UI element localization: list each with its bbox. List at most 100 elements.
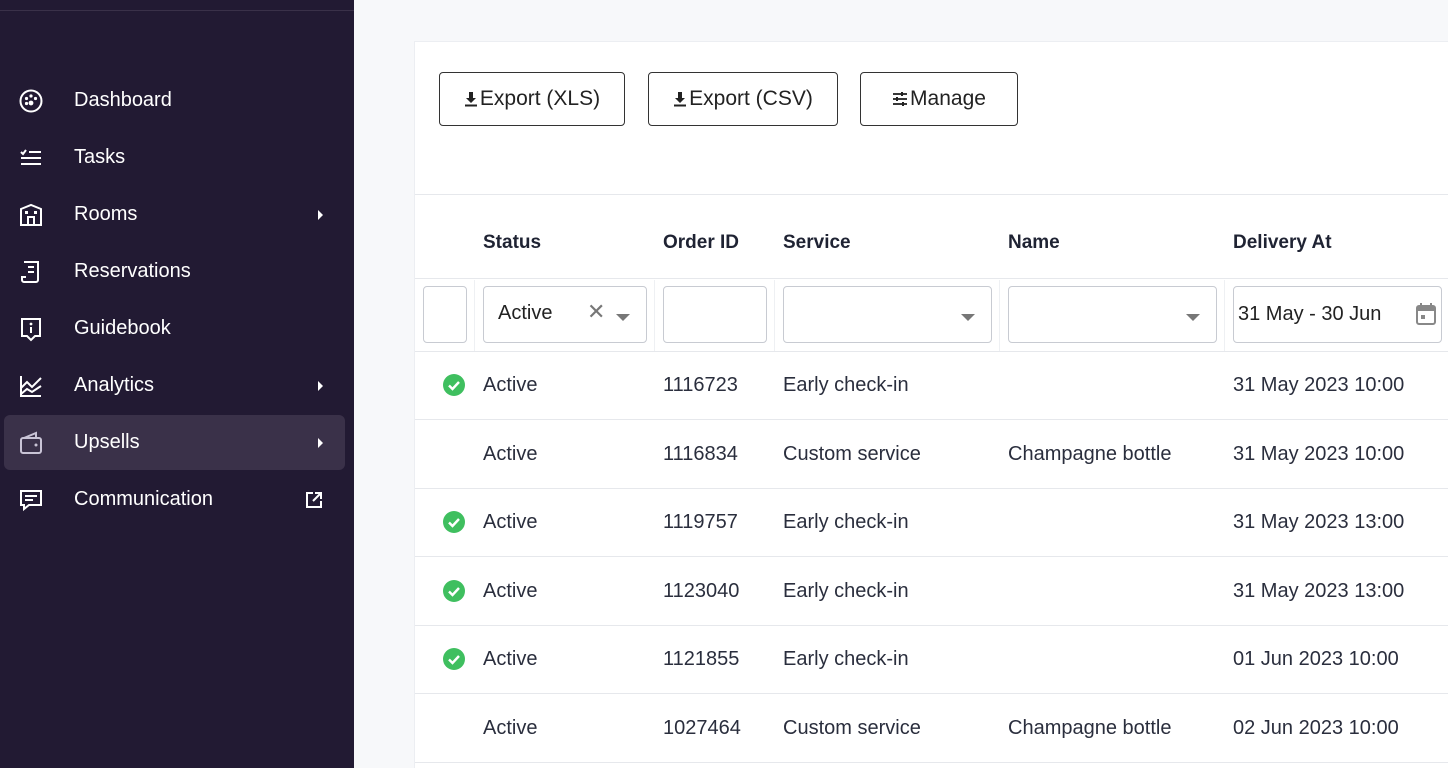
status-filter-select[interactable]: Active ✕ xyxy=(483,286,647,343)
check-circle-icon xyxy=(443,374,465,396)
sidebar-item-label: Tasks xyxy=(74,146,126,168)
sidebar-item-label: Reservations xyxy=(74,260,191,282)
cell-service: Early check-in xyxy=(783,511,909,533)
sidebar-item-guidebook[interactable]: Guidebook xyxy=(4,301,345,356)
sidebar-item-rooms[interactable]: Rooms xyxy=(4,187,345,242)
cell-order-id: 1116723 xyxy=(663,374,738,396)
cell-delivery-at: 31 May 2023 13:00 xyxy=(1233,580,1405,602)
manage-label: Manage xyxy=(910,87,986,110)
guidebook-info-icon xyxy=(18,316,44,342)
table-row[interactable]: Active 1123040 Early check-in 31 May 202… xyxy=(415,558,1448,626)
sidebar-item-upsells[interactable]: Upsells xyxy=(4,415,345,470)
column-separator xyxy=(1224,280,1225,352)
sidebar-item-label: Upsells xyxy=(74,431,140,453)
download-icon xyxy=(464,92,477,107)
download-icon xyxy=(674,92,687,107)
check-circle-icon xyxy=(443,648,465,670)
table-row[interactable]: Active 1027464 Custom service Champagne … xyxy=(415,695,1448,763)
sidebar-item-label: Rooms xyxy=(74,203,138,225)
cell-service: Custom service xyxy=(783,717,921,739)
cell-delivery-at: 31 May 2023 10:00 xyxy=(1233,374,1405,396)
cell-delivery-at: 02 Jun 2023 10:00 xyxy=(1233,717,1399,739)
delivery-date-range-picker[interactable]: 31 May - 30 Jun xyxy=(1233,286,1442,343)
order-id-filter-input[interactable] xyxy=(663,286,767,343)
sidebar-item-dashboard[interactable]: Dashboard xyxy=(4,73,345,128)
analytics-chart-icon xyxy=(18,373,44,399)
export-csv-label: Export (CSV) xyxy=(689,87,813,110)
date-range-value: 31 May - 30 Jun xyxy=(1238,303,1382,325)
sidebar: Dashboard Tasks Rooms Reservations Guide… xyxy=(0,0,354,768)
cell-order-id: 1121855 xyxy=(663,648,740,670)
column-separator xyxy=(774,280,775,352)
sidebar-item-communication[interactable]: Communication xyxy=(4,472,345,527)
cell-order-id: 1027464 xyxy=(663,717,741,739)
cell-delivery-at: 01 Jun 2023 10:00 xyxy=(1233,648,1399,670)
sliders-icon xyxy=(893,92,908,106)
column-header-status[interactable]: Status xyxy=(483,232,541,254)
rooms-building-icon xyxy=(18,202,44,228)
cell-status: Active xyxy=(483,443,538,465)
caret-right-icon xyxy=(318,380,323,391)
column-header-name[interactable]: Name xyxy=(1008,232,1060,254)
check-circle-icon xyxy=(443,511,465,533)
cell-name: Champagne bottle xyxy=(1008,717,1172,739)
table-row[interactable]: Active 1119757 Early check-in 31 May 202… xyxy=(415,489,1448,557)
sidebar-item-label: Guidebook xyxy=(74,317,171,339)
toolbar-divider xyxy=(415,194,1448,195)
sidebar-item-label: Dashboard xyxy=(74,89,172,111)
export-xls-label: Export (XLS) xyxy=(479,87,601,110)
sidebar-item-tasks[interactable]: Tasks xyxy=(4,130,345,185)
cell-service: Early check-in xyxy=(783,648,909,670)
column-header-delivery-at[interactable]: Delivery At xyxy=(1233,232,1332,254)
status-filter-value: Active xyxy=(498,302,553,324)
cell-delivery-at: 31 May 2023 10:00 xyxy=(1233,443,1405,465)
cell-status: Active xyxy=(483,648,538,670)
manage-columns-button[interactable]: Manage xyxy=(860,72,1018,126)
tasks-list-icon xyxy=(18,145,44,171)
cell-status: Active xyxy=(483,511,538,533)
caret-right-icon xyxy=(318,209,323,220)
column-header-order-id[interactable]: Order ID xyxy=(663,232,739,254)
sidebar-divider xyxy=(0,10,354,11)
check-circle-icon xyxy=(443,580,465,602)
communication-chat-icon xyxy=(18,487,44,513)
upsells-wallet-icon xyxy=(18,430,44,456)
caret-right-icon xyxy=(318,437,323,448)
name-filter-select[interactable] xyxy=(1008,286,1217,343)
column-separator xyxy=(999,280,1000,352)
cell-status: Active xyxy=(483,580,538,602)
cell-name: Champagne bottle xyxy=(1008,443,1172,465)
chevron-down-icon[interactable] xyxy=(616,314,630,321)
export-xls-button[interactable]: Export (XLS) xyxy=(439,72,625,126)
cell-service: Custom service xyxy=(783,443,921,465)
calendar-icon[interactable] xyxy=(1416,303,1436,325)
cell-service: Early check-in xyxy=(783,374,909,396)
cell-delivery-at: 31 May 2023 13:00 xyxy=(1233,511,1405,533)
select-filter-input[interactable] xyxy=(423,286,467,343)
sidebar-item-label: Communication xyxy=(74,488,213,510)
cell-status: Active xyxy=(483,374,538,396)
table-row[interactable]: Active 1121855 Early check-in 01 Jun 202… xyxy=(415,626,1448,694)
sidebar-item-label: Analytics xyxy=(74,374,155,396)
sidebar-item-reservations[interactable]: Reservations xyxy=(4,244,345,299)
dashboard-gauge-icon xyxy=(18,88,44,114)
cell-order-id: 1123040 xyxy=(663,580,740,602)
chevron-down-icon[interactable] xyxy=(1186,314,1200,321)
column-header-service[interactable]: Service xyxy=(783,232,851,254)
table-row[interactable]: Active 1116834 Custom service Champagne … xyxy=(415,421,1448,489)
cell-status: Active xyxy=(483,717,538,739)
cell-order-id: 1116834 xyxy=(663,443,738,465)
column-separator xyxy=(474,280,475,352)
export-csv-button[interactable]: Export (CSV) xyxy=(648,72,838,126)
clear-icon[interactable]: ✕ xyxy=(587,301,605,323)
external-link-icon xyxy=(306,491,322,508)
header-divider xyxy=(415,278,1448,279)
sidebar-item-analytics[interactable]: Analytics xyxy=(4,358,345,413)
cell-service: Early check-in xyxy=(783,580,909,602)
cell-order-id: 1119757 xyxy=(663,511,738,533)
chevron-down-icon[interactable] xyxy=(961,314,975,321)
column-separator xyxy=(654,280,655,352)
service-filter-select[interactable] xyxy=(783,286,992,343)
table-row[interactable]: Active 1116723 Early check-in 31 May 202… xyxy=(415,352,1448,420)
orders-panel: Export (XLS) Export (CSV) Manage Status … xyxy=(414,41,1448,768)
